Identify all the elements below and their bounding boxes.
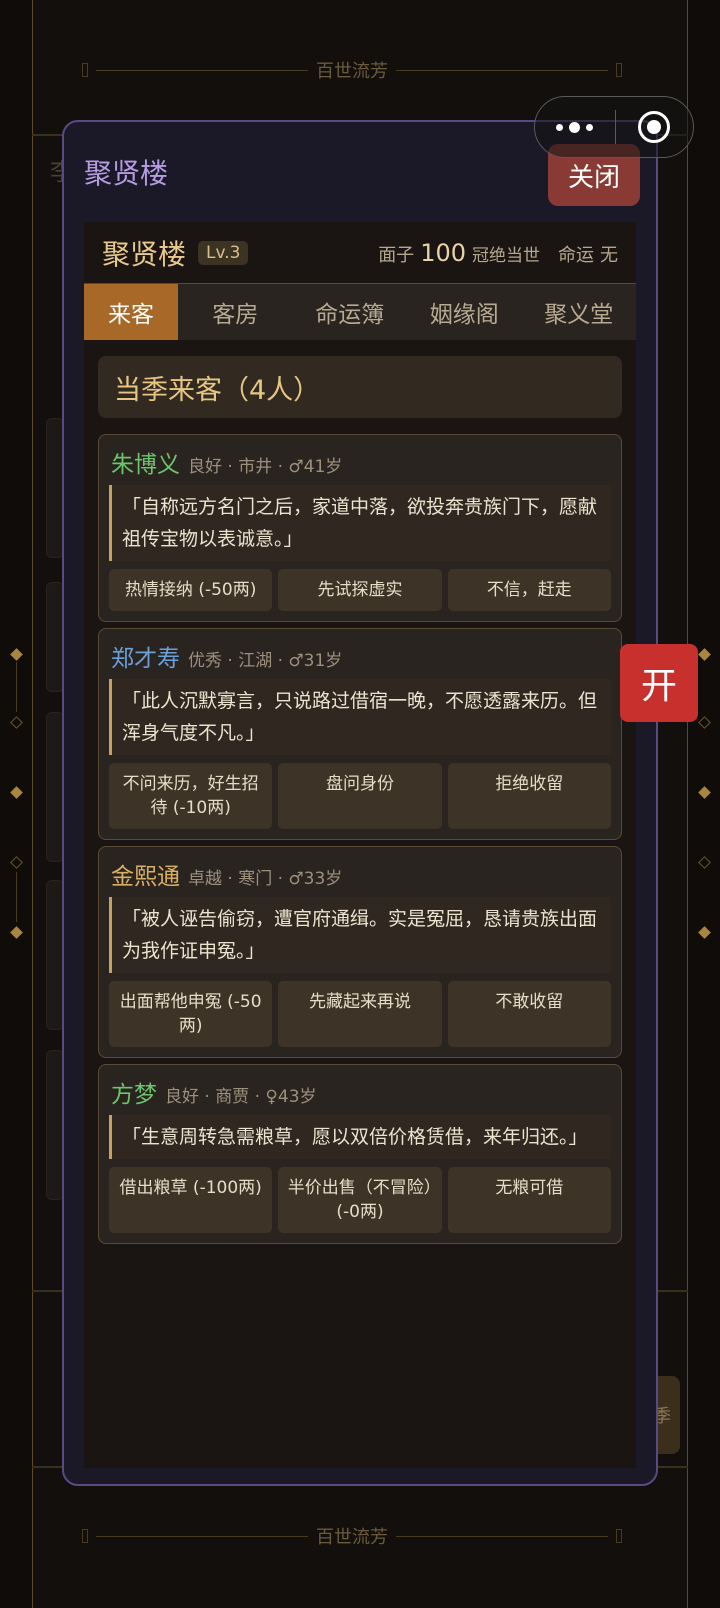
diamond-outline-icon xyxy=(698,716,711,729)
bottom-banner: 百世流芳 xyxy=(82,1522,622,1550)
guest-name: 方梦 xyxy=(111,1082,157,1108)
diamond-icon xyxy=(698,786,711,799)
level-badge: Lv.3 xyxy=(198,240,249,265)
guest-name: 金熙通 xyxy=(111,864,180,890)
guest-header: 郑才寿 优秀 · 江湖 · ♂31岁 xyxy=(109,639,611,675)
banner-line xyxy=(96,1535,308,1537)
fate-label: 命运 xyxy=(558,244,594,266)
diamond-icon xyxy=(698,648,711,661)
diamond-outline-icon xyxy=(10,716,23,729)
face-label: 面子 xyxy=(378,244,415,266)
banner-text: 百世流芳 xyxy=(316,61,388,82)
guest-meta: 卓越 · 寒门 · ♂33岁 xyxy=(188,869,343,889)
tab-brotherhood[interactable]: 聚义堂 xyxy=(522,284,637,340)
appeal-button[interactable]: 出面帮他申冤 (-50两) xyxy=(109,981,273,1047)
lend-grain-button[interactable]: 借出粮草 (-100两) xyxy=(109,1167,273,1233)
banner-cap xyxy=(616,63,622,77)
target-circle-icon[interactable] xyxy=(616,111,694,143)
tab-fate-book[interactable]: 命运簿 xyxy=(293,284,408,340)
banner-text: 百世流芳 xyxy=(316,1527,388,1548)
guest-quote: 「此人沉默寡言，只说路过借宿一晚，不愿透露来历。但浑身气度不凡。」 xyxy=(109,679,611,755)
diamond-icon xyxy=(10,648,23,661)
open-float-button[interactable]: 开 xyxy=(620,644,698,722)
modal-title: 聚贤楼 xyxy=(84,157,169,190)
face-value: 100 xyxy=(420,238,466,267)
refuse-button[interactable]: 拒绝收留 xyxy=(447,763,611,829)
drive-away-button[interactable]: 不信，赶走 xyxy=(447,569,611,611)
hall-name: 聚贤楼 xyxy=(102,237,187,271)
deco-line xyxy=(16,662,17,712)
guest-meta: 良好 · 市井 · ♂41岁 xyxy=(188,457,343,477)
accept-warmly-button[interactable]: 热情接纳 (-50两) xyxy=(109,569,273,611)
guest-actions: 热情接纳 (-50两) 先试探虚实 不信，赶走 xyxy=(109,569,611,611)
tab-marriage[interactable]: 姻缘阁 xyxy=(407,284,522,340)
face-title: 冠绝当世 xyxy=(472,245,540,266)
guest-quote: 「被人诬告偷窃，遭官府通缉。实是冤屈，恳请贵族出面为我作证申冤。」 xyxy=(109,897,611,973)
banner-cap xyxy=(616,1529,622,1543)
diamond-icon xyxy=(10,786,23,799)
guest-quote: 「生意周转急需粮草，愿以双倍价格赁借，来年归还。」 xyxy=(109,1115,611,1159)
banner-cap xyxy=(82,63,88,77)
diamond-icon xyxy=(10,926,23,939)
tab-guests[interactable]: 来客 xyxy=(84,284,178,340)
banner-line xyxy=(396,1535,608,1537)
tab-rooms[interactable]: 客房 xyxy=(178,284,293,340)
host-button[interactable]: 不问来历，好生招待 (-10两) xyxy=(109,763,273,829)
hall-tabs: 来客 客房 命运簿 姻缘阁 聚义堂 xyxy=(84,284,636,340)
left-diamond-decoration xyxy=(10,648,24,950)
guest-card: 朱博义 良好 · 市井 · ♂41岁 「自称远方名门之后，家道中落，欲投奔贵族门… xyxy=(98,434,622,622)
hide-button[interactable]: 先藏起来再说 xyxy=(278,981,442,1047)
right-diamond-decoration xyxy=(698,648,712,950)
banner-line xyxy=(396,69,608,71)
miniprogram-capsule xyxy=(534,96,694,158)
question-identity-button[interactable]: 盘问身份 xyxy=(278,763,442,829)
guest-hall-modal: 聚贤楼 关闭 聚贤楼 Lv.3 面子 100 冠绝当世 命运 无 来客 客房 命… xyxy=(62,120,658,1486)
fate-value: 无 xyxy=(600,244,618,266)
half-price-sell-button[interactable]: 半价出售（不冒险）(-0两) xyxy=(278,1167,442,1233)
guest-quote: 「自称远方名门之后，家道中落，欲投奔贵族门下，愿献祖传宝物以表诚意。」 xyxy=(109,485,611,561)
guest-header: 方梦 良好 · 商贾 · ♀43岁 xyxy=(109,1075,611,1111)
banner-line xyxy=(96,69,308,71)
diamond-icon xyxy=(698,926,711,939)
guest-meta: 良好 · 商贾 · ♀43岁 xyxy=(165,1087,317,1107)
guest-meta: 优秀 · 江湖 · ♂31岁 xyxy=(188,651,343,671)
more-dots-icon[interactable] xyxy=(535,121,615,133)
guest-card: 郑才寿 优秀 · 江湖 · ♂31岁 「此人沉默寡言，只说路过借宿一晚，不愿透露… xyxy=(98,628,622,840)
decline-button[interactable]: 不敢收留 xyxy=(447,981,611,1047)
guest-actions: 借出粮草 (-100两) 半价出售（不冒险）(-0两) 无粮可借 xyxy=(109,1167,611,1233)
guest-header: 朱博义 良好 · 市井 · ♂41岁 xyxy=(109,445,611,481)
diamond-outline-icon xyxy=(10,856,23,869)
probe-button[interactable]: 先试探虚实 xyxy=(278,569,442,611)
guest-card: 金熙通 卓越 · 寒门 · ♂33岁 「被人诬告偷窃，遭官府通缉。实是冤屈，恳请… xyxy=(98,846,622,1058)
guest-name: 郑才寿 xyxy=(111,646,180,672)
guest-card: 方梦 良好 · 商贾 · ♀43岁 「生意周转急需粮草，愿以双倍价格赁借，来年归… xyxy=(98,1064,622,1244)
guest-name: 朱博义 xyxy=(111,452,180,478)
no-grain-button[interactable]: 无粮可借 xyxy=(447,1167,611,1233)
section-title: 当季来客（4人） xyxy=(98,356,622,418)
deco-line xyxy=(16,872,17,922)
hall-header: 聚贤楼 Lv.3 面子 100 冠绝当世 命运 无 xyxy=(84,222,636,284)
top-banner: 百世流芳 xyxy=(82,56,622,84)
banner-cap xyxy=(82,1529,88,1543)
diamond-outline-icon xyxy=(698,856,711,869)
hall-panel: 聚贤楼 Lv.3 面子 100 冠绝当世 命运 无 来客 客房 命运簿 姻缘阁 … xyxy=(84,222,636,1468)
guest-actions: 出面帮他申冤 (-50两) 先藏起来再说 不敢收留 xyxy=(109,981,611,1047)
guest-actions: 不问来历，好生招待 (-10两) 盘问身份 拒绝收留 xyxy=(109,763,611,829)
hall-stats: 面子 100 冠绝当世 命运 无 xyxy=(378,239,618,267)
guest-header: 金熙通 卓越 · 寒门 · ♂33岁 xyxy=(109,857,611,893)
